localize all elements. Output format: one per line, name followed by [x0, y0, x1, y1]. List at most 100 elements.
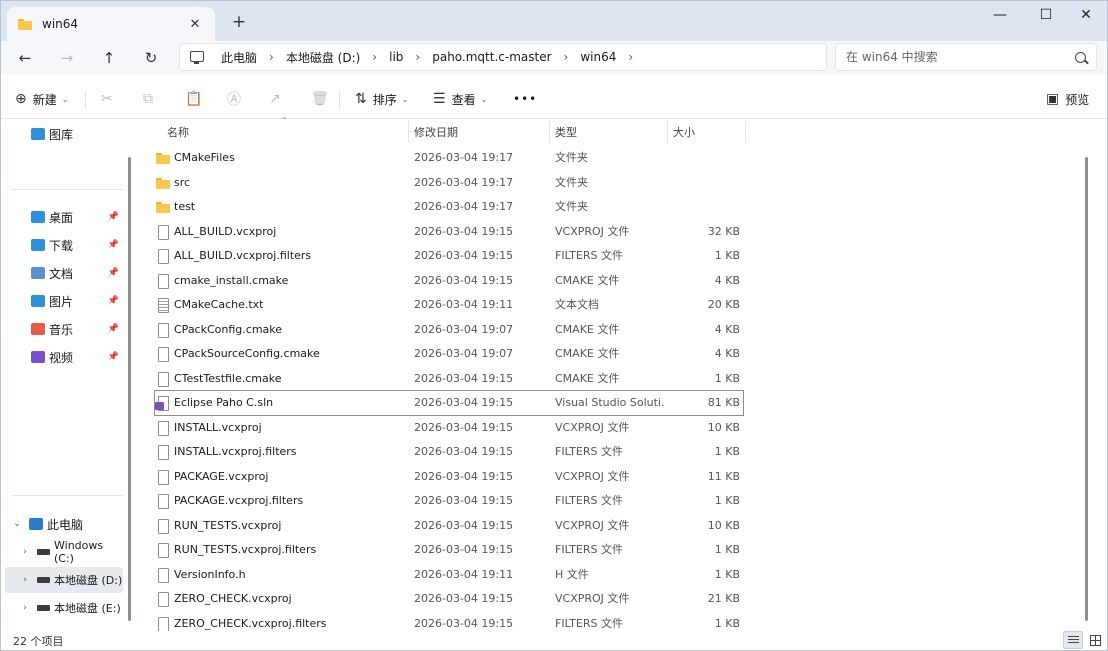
chevron-right-icon[interactable]: ›: [19, 575, 31, 585]
chevron-right-icon[interactable]: ›: [19, 547, 31, 557]
tab-win64[interactable]: win64 ✕: [7, 7, 215, 41]
sort-button[interactable]: ⇅ 排序 ⌄: [355, 87, 408, 111]
chevron-down-icon[interactable]: ⌄: [11, 519, 23, 529]
pin-icon: 📌: [107, 240, 119, 250]
chevron-right-icon[interactable]: ›: [19, 603, 31, 613]
folder-row[interactable]: src 2026-03-04 19:17 文件夹: [155, 171, 743, 195]
file-row[interactable]: RUN_TESTS.vcxproj.filters 2026-03-04 19:1…: [155, 538, 743, 562]
column-divider[interactable]: [408, 121, 409, 143]
sidebar-item-quick-access[interactable]: 视频 📌: [5, 344, 123, 370]
sidebar-item-label: 下载: [49, 238, 74, 253]
file-row[interactable]: CPackSourceConfig.cmake 2026-03-04 19:07 C…: [155, 342, 743, 366]
folder-icon: [31, 351, 45, 363]
back-arrow-icon[interactable]: ←: [11, 45, 39, 71]
column-header-name[interactable]: 名称: [167, 120, 189, 144]
view-button[interactable]: ☰ 查看 ⌄: [433, 87, 487, 111]
breadcrumb-item[interactable]: paho.mqtt.c-master: [427, 50, 556, 64]
address-bar[interactable]: 此电脑 › 本地磁盘 (D:) › lib › paho.mqtt.c-master › win…: [179, 43, 827, 71]
close-tab-icon[interactable]: ✕: [185, 14, 205, 34]
sidebar-item-this-pc[interactable]: ⌄ 此电脑: [5, 511, 123, 537]
share-icon: ↗: [269, 91, 281, 107]
file-row[interactable]: cmake_install.cmake 2026-03-04 19:15 CMAKE…: [155, 269, 743, 293]
sort-arrows-icon: ⇅: [355, 91, 367, 107]
breadcrumb-item[interactable]: lib: [384, 50, 408, 64]
breadcrumb-chevron-icon[interactable]: ›: [557, 50, 576, 64]
copy-button[interactable]: ⧉: [143, 87, 153, 111]
file-row[interactable]: RUN_TESTS.vcxproj 2026-03-04 19:15 VCXPROJ…: [155, 514, 743, 538]
file-size: [667, 195, 740, 219]
minimize-button[interactable]: —: [977, 1, 1023, 29]
search-icon[interactable]: [1075, 51, 1086, 63]
column-divider[interactable]: [667, 121, 668, 143]
sidebar-item-quick-access[interactable]: 桌面 📌: [5, 204, 123, 230]
new-tab-button[interactable]: +: [227, 11, 251, 33]
breadcrumb-chevron-icon[interactable]: ›: [621, 50, 640, 64]
sidebar-item-quick-access[interactable]: 文档 📌: [5, 260, 123, 286]
forward-arrow-icon[interactable]: →: [53, 45, 81, 71]
sidebar-item-drive[interactable]: › 本地磁盘 (D:): [5, 567, 123, 593]
up-arrow-icon[interactable]: ↑: [95, 45, 123, 71]
file-type: 文件夹: [555, 200, 588, 213]
cut-button[interactable]: ✂: [101, 87, 113, 111]
folder-row[interactable]: CMakeFiles 2026-03-04 19:17 文件夹: [155, 146, 743, 170]
file-row[interactable]: CPackConfig.cmake 2026-03-04 19:07 CMAKE 文…: [155, 318, 743, 342]
file-row[interactable]: INSTALL.vcxproj 2026-03-04 19:15 VCXPROJ 文…: [155, 416, 743, 440]
address-row: ← → ↑ ↻ 此电脑 › 本地磁盘 (D:) › lib › paho.mqtt.c-ma…: [1, 41, 1107, 75]
paste-button[interactable]: 📋: [185, 87, 202, 111]
details-view-button[interactable]: [1063, 631, 1083, 649]
column-header-size[interactable]: 大小: [673, 120, 695, 144]
file-row[interactable]: CTestTestfile.cmake 2026-03-04 19:15 CMAKE…: [155, 367, 743, 391]
breadcrumb-chevron-icon[interactable]: ›: [262, 50, 281, 64]
sidebar-item-quick-access[interactable]: 音乐 📌: [5, 316, 123, 342]
sidebar-scrollbar[interactable]: [128, 157, 131, 621]
sidebar-item-quick-access[interactable]: 下载 📌: [5, 232, 123, 258]
search-input[interactable]: [846, 50, 1075, 64]
file-row[interactable]: INSTALL.vcxproj.filters 2026-03-04 19:15 F…: [155, 440, 743, 464]
column-divider[interactable]: [745, 121, 746, 143]
sidebar-item-drive[interactable]: › 本地磁盘 (E:): [5, 595, 123, 621]
new-button[interactable]: ⊕ 新建 ⌄: [15, 87, 68, 111]
breadcrumb-item[interactable]: 此电脑: [216, 49, 262, 66]
refresh-icon[interactable]: ↻: [137, 45, 165, 71]
file-row[interactable]: ALL_BUILD.vcxproj.filters 2026-03-04 19:1…: [155, 244, 743, 268]
share-button[interactable]: ↗: [269, 87, 281, 111]
file-row[interactable]: ALL_BUILD.vcxproj 2026-03-04 19:15 VCXPROJ…: [155, 220, 743, 244]
preview-pane-icon: ▣: [1046, 91, 1060, 107]
column-header-date[interactable]: 修改日期: [414, 120, 458, 144]
file-type: CMAKE 文件: [555, 371, 620, 385]
preview-button[interactable]: ▣ 预览: [1046, 87, 1089, 111]
file-row[interactable]: VersionInfo.h 2026-03-04 19:11 H 文件 1 KB: [155, 563, 743, 587]
file-size: [667, 146, 740, 170]
breadcrumb-item[interactable]: 本地磁盘 (D:): [281, 49, 365, 66]
breadcrumb-item[interactable]: win64: [575, 50, 621, 64]
file-type: 文件夹: [555, 175, 588, 189]
file-icon: [155, 420, 171, 436]
file-date: 2026-03-04 19:15: [414, 249, 514, 262]
close-window-button[interactable]: ✕: [1063, 1, 1107, 29]
file-name-text: CPackSourceConfig.cmake: [174, 347, 320, 360]
file-row[interactable]: PACKAGE.vcxproj.filters 2026-03-04 19:15 F…: [155, 489, 743, 513]
sidebar-item-drive[interactable]: › Windows (C:): [5, 539, 123, 565]
tiles-view-button[interactable]: [1085, 631, 1105, 649]
file-type: CMAKE 文件: [555, 347, 620, 360]
column-divider[interactable]: [549, 121, 550, 143]
file-row[interactable]: PACKAGE.vcxproj 2026-03-04 19:15 VCXPROJ 文…: [155, 465, 743, 489]
breadcrumb-chevron-icon[interactable]: ›: [365, 50, 384, 64]
delete-button[interactable]: 🗑: [311, 87, 329, 111]
breadcrumb-chevron-icon[interactable]: ›: [408, 50, 427, 64]
file-name: cmake_install.cmake: [155, 269, 407, 293]
file-row[interactable]: ZERO_CHECK.vcxproj 2026-03-04 19:15 VCXPRO…: [155, 587, 743, 611]
rename-button[interactable]: Ⓐ: [227, 87, 241, 111]
file-icon: [155, 224, 171, 240]
folder-row[interactable]: test 2026-03-04 19:17 文件夹: [155, 195, 743, 219]
sidebar-item-quick-access[interactable]: 图片 📌: [5, 288, 123, 314]
file-row[interactable]: Eclipse Paho C.sln 2026-03-04 19:15 Visual…: [154, 390, 744, 416]
sidebar-item-gallery[interactable]: 图库: [31, 121, 111, 147]
search-box[interactable]: [835, 43, 1097, 71]
more-options-button[interactable]: •••: [513, 87, 537, 111]
file-row[interactable]: CMakeCache.txt 2026-03-04 19:11 文本文档 20 KB: [155, 293, 743, 317]
column-header-type[interactable]: 类型: [555, 120, 577, 144]
drive-icon: [37, 549, 50, 555]
file-list-scrollbar[interactable]: [1085, 157, 1088, 621]
file-name: VersionInfo.h: [155, 563, 407, 587]
